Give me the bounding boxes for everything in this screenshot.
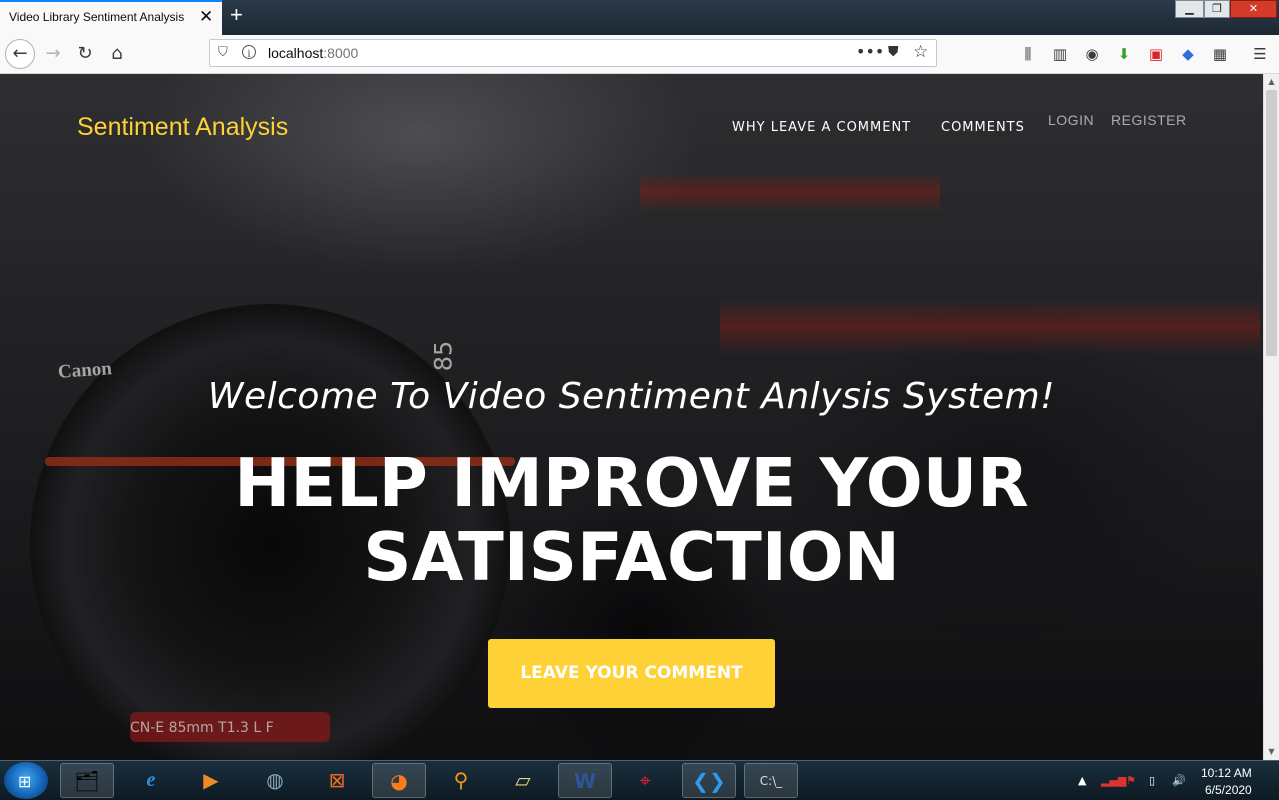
scroll-up-arrow-icon[interactable]: ▲	[1264, 74, 1279, 90]
url-text[interactable]: localhost:8000	[268, 45, 358, 61]
xampp-icon[interactable]: ⊠	[310, 763, 364, 798]
library-icon[interactable]: ⫼	[1018, 45, 1038, 63]
bookmark-star-icon[interactable]: ☆	[913, 42, 928, 62]
internet-explorer-icon[interactable]: e	[124, 763, 178, 798]
url-bar[interactable]: ⛉ i localhost:8000 ••• ⛊ ☆	[209, 39, 937, 67]
hero-heading-line-2: SATISFACTION	[363, 518, 900, 596]
site-brand-link[interactable]: Sentiment Analysis	[77, 113, 288, 142]
url-port: :8000	[323, 45, 359, 61]
extension-red-icon[interactable]: ▣	[1146, 45, 1166, 63]
start-button[interactable]: ⊞	[4, 762, 48, 799]
menu-icon[interactable]: ☰	[1250, 45, 1270, 63]
hero-lead-text: Welcome To Video Sentiment Anlysis Syste…	[207, 376, 1056, 417]
volume-icon[interactable]: 🔊	[1172, 774, 1186, 787]
minimize-button[interactable]: ▁	[1175, 0, 1204, 18]
url-host: localhost	[268, 45, 324, 61]
nav-login[interactable]: LOGIN	[1048, 112, 1094, 128]
restore-button[interactable]: ❐	[1204, 0, 1230, 18]
command-prompt-icon[interactable]: C:\_	[744, 763, 798, 798]
scroll-down-arrow-icon[interactable]: ▼	[1264, 744, 1279, 760]
vscode-icon[interactable]: ❮❯	[682, 763, 736, 798]
tracking-shield-icon[interactable]: ⛉	[218, 45, 228, 60]
download-extension-icon[interactable]: ⬇	[1114, 45, 1134, 63]
back-button[interactable]: ←	[5, 39, 35, 69]
app-globe-icon[interactable]: ◍	[248, 763, 302, 798]
leave-comment-button[interactable]: Leave Your Comment	[488, 639, 775, 708]
extension-bars-icon[interactable]: ▦	[1210, 45, 1230, 63]
firefox-icon[interactable]: ◕	[372, 763, 426, 798]
tray-expand-icon[interactable]: ▲	[1078, 774, 1086, 787]
explorer-icon[interactable]: 🗂	[60, 763, 114, 798]
scroll-thumb[interactable]	[1266, 90, 1277, 356]
page-actions-icon[interactable]: •••	[856, 42, 884, 61]
reload-button[interactable]: ↻	[70, 39, 100, 69]
browser-tab-strip: Video Library Sentiment Analysis ✕ + ▁ ❐…	[0, 0, 1279, 35]
site-info-icon[interactable]: i	[242, 45, 256, 60]
windows-taskbar: ⊞ 🗂 e ▶ ◍ ⊠ ◕ ⚲ ▱ W ⌖ ❮❯ C:\_ ▲ ▂▄▆ ⚑ ▯ …	[0, 760, 1279, 800]
account-icon[interactable]: ◉	[1082, 45, 1102, 63]
close-window-button[interactable]: ✕	[1230, 0, 1277, 18]
new-tab-button[interactable]: +	[230, 2, 243, 28]
forward-button[interactable]: →	[38, 39, 68, 69]
clock-date[interactable]: 6/5/2020	[1205, 783, 1252, 797]
nav-register[interactable]: REGISTER	[1111, 112, 1187, 128]
action-center-flag-icon[interactable]: ⚑	[1126, 774, 1136, 787]
windows-logo-icon: ⊞	[18, 772, 32, 791]
browser-navbar: ← → ↻ ⌂ ⛉ i localhost:8000 ••• ⛊ ☆ ⫼ ▥ ◉…	[0, 35, 1279, 74]
media-player-icon[interactable]: ▶	[184, 763, 238, 798]
tab-active[interactable]: Video Library Sentiment Analysis ✕	[0, 0, 222, 35]
home-button[interactable]: ⌂	[102, 39, 132, 69]
nav-why-leave-comment[interactable]: Why Leave A Comment	[732, 120, 911, 135]
nav-comments[interactable]: Comments	[941, 120, 1025, 135]
acrobat-icon[interactable]: ⌖	[618, 763, 672, 798]
hero-heading-line-1: HELP IMPROVE YOUR	[234, 444, 1029, 522]
network-icon[interactable]: ▂▄▆	[1101, 774, 1126, 787]
page-viewport: Canon 85 CN-E 85mm T1.3 L F Sentiment An…	[0, 74, 1263, 760]
hero-heading: HELP IMPROVE YOUR SATISFACTION	[0, 446, 1263, 594]
clock-time[interactable]: 10:12 AM	[1201, 766, 1252, 780]
sticky-notes-icon[interactable]: ▱	[496, 763, 550, 798]
power-icon[interactable]: ▯	[1149, 774, 1155, 787]
tab-close-icon[interactable]: ✕	[199, 7, 213, 27]
word-icon[interactable]: W	[558, 763, 612, 798]
pocket-icon[interactable]: ⛊	[888, 44, 899, 60]
extension-blue-icon[interactable]: ◆	[1178, 45, 1198, 63]
sidebar-icon[interactable]: ▥	[1050, 45, 1070, 63]
search-tool-icon[interactable]: ⚲	[434, 763, 488, 798]
tab-title: Video Library Sentiment Analysis	[9, 10, 185, 24]
page-scrollbar[interactable]: ▲ ▼	[1263, 74, 1279, 760]
